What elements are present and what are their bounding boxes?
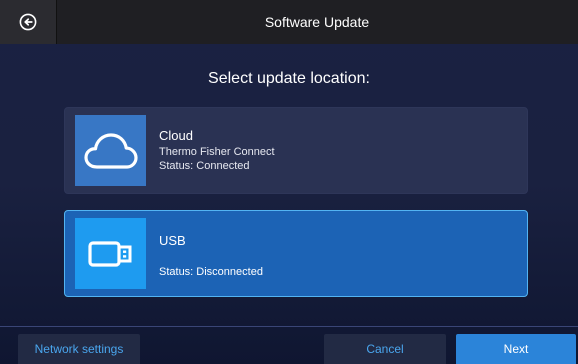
option-usb-status: Status: Disconnected (159, 266, 263, 278)
next-button[interactable]: Next (456, 334, 576, 364)
cloud-icon (83, 132, 138, 169)
option-cloud-title: Cloud (159, 128, 193, 143)
option-cloud[interactable]: Cloud Thermo Fisher Connect Status: Conn… (64, 107, 528, 194)
option-usb-title: USB (159, 233, 186, 248)
usb-tile (75, 218, 146, 289)
option-cloud-status: Status: Connected (159, 160, 250, 172)
network-settings-button[interactable]: Network settings (18, 334, 140, 364)
cloud-tile (75, 115, 146, 186)
option-cloud-provider: Thermo Fisher Connect (159, 146, 275, 158)
select-location-prompt: Select update location: (208, 70, 370, 87)
header-bar: Software Update (0, 0, 578, 44)
page-title: Software Update (264, 14, 370, 30)
cancel-button[interactable]: Cancel (324, 334, 446, 364)
back-button[interactable] (0, 0, 57, 44)
option-usb[interactable]: USB Status: Disconnected (64, 210, 528, 297)
usb-drive-icon (87, 240, 131, 267)
software-update-screen: Software Update Select update location: … (0, 0, 578, 364)
arrow-left-circle-icon (19, 13, 37, 31)
footer-divider (0, 326, 578, 327)
